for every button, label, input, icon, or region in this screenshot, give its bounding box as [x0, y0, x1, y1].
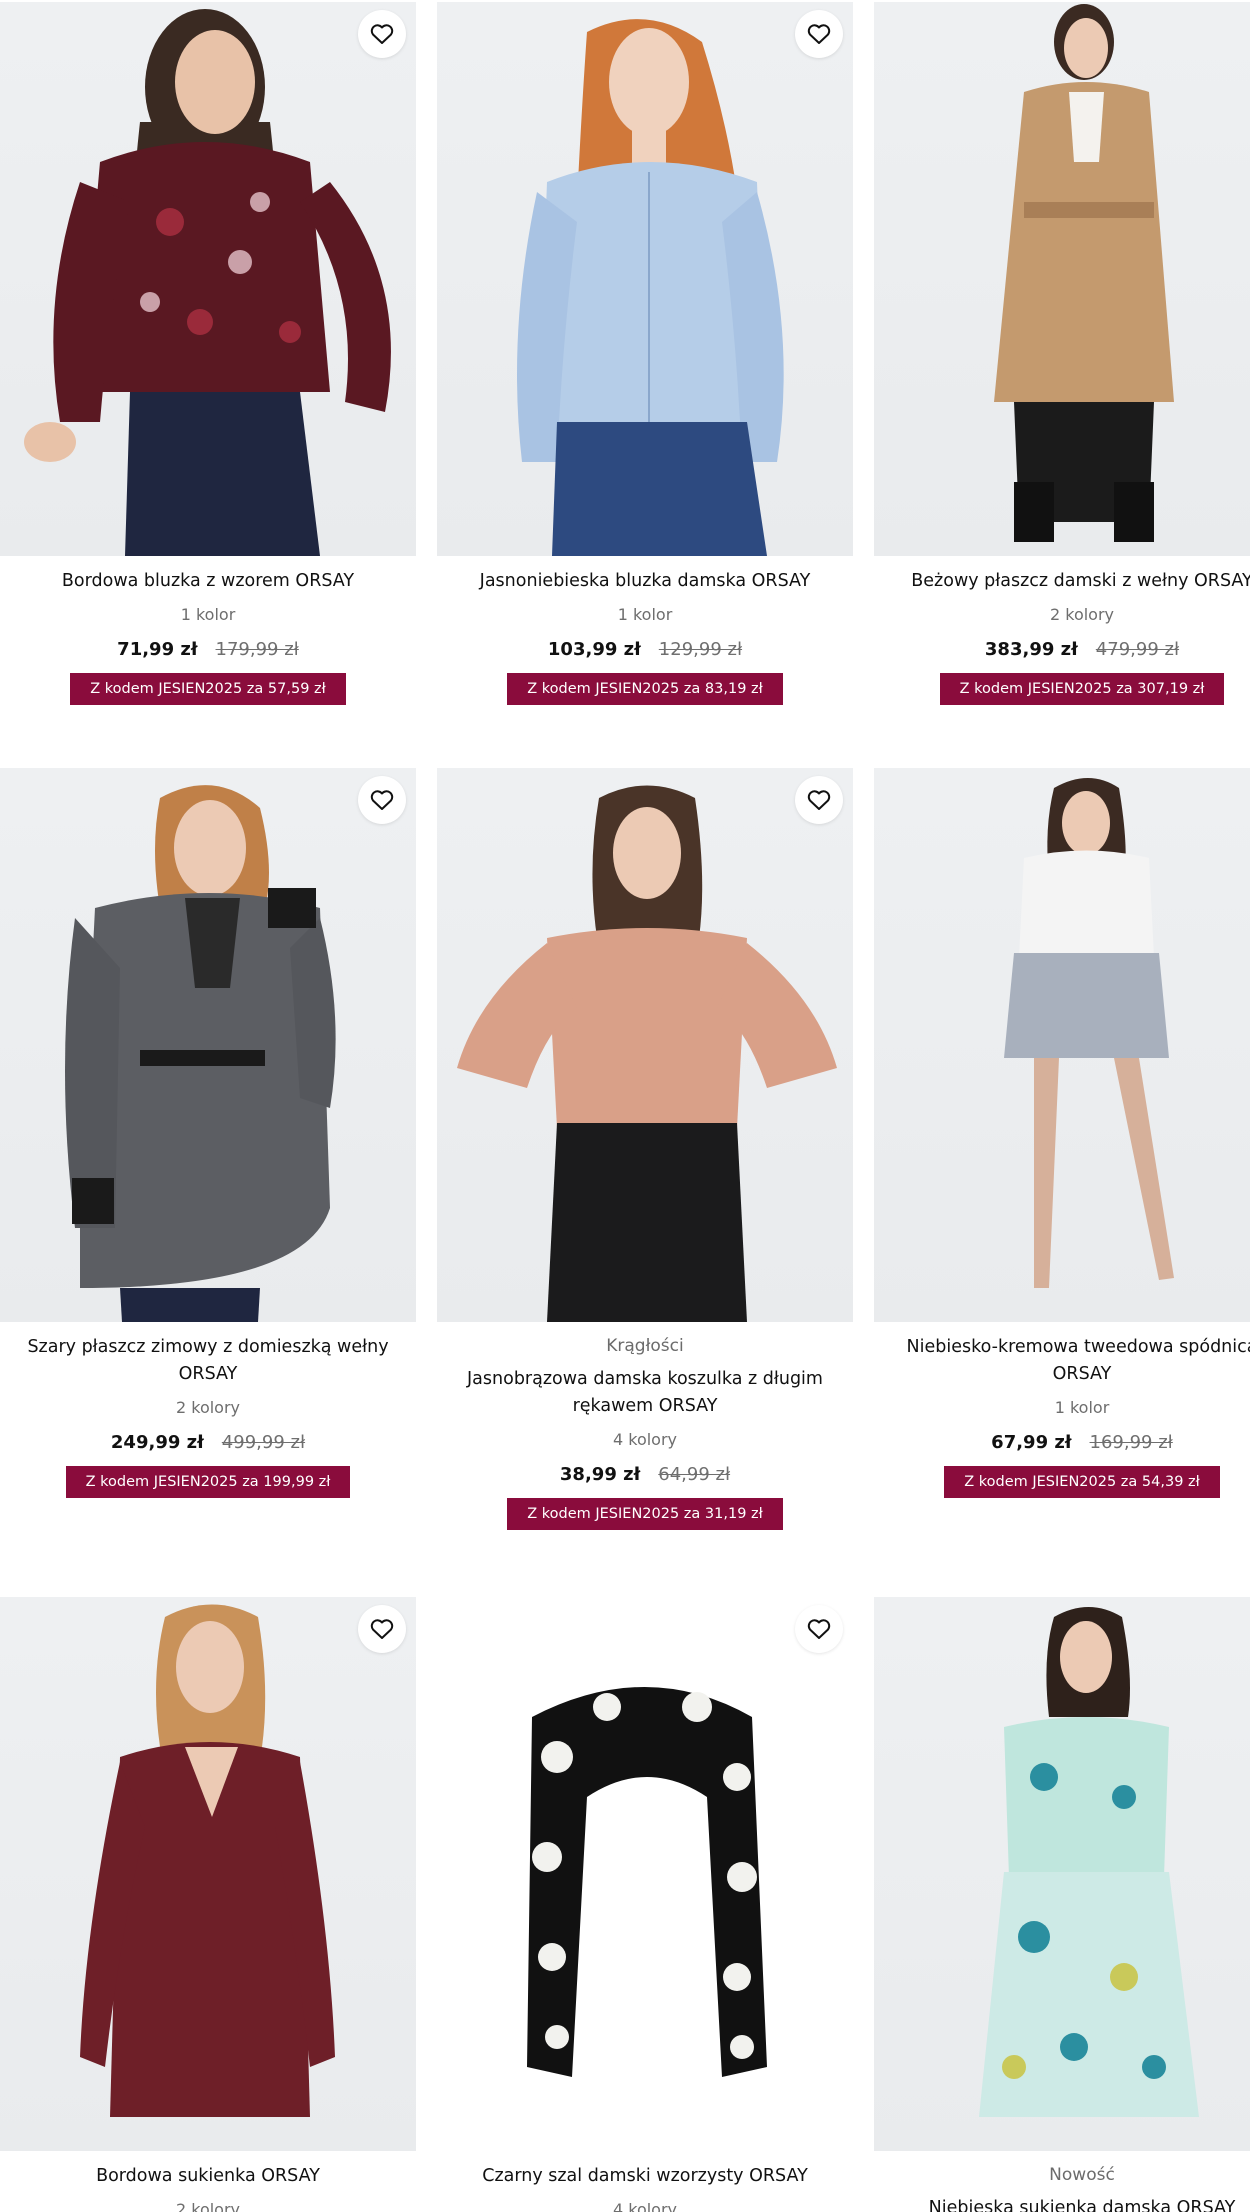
wishlist-button[interactable] [795, 776, 843, 824]
promo-code-badge: Z kodem JESIEN2025 za 307,19 zł [939, 673, 1225, 705]
price-row: 71,99 zł 179,99 zł [0, 637, 416, 663]
color-count: 2 kolory [175, 2200, 241, 2212]
product-tag: Krągłości [606, 1336, 684, 1356]
promo-code-badge: Z kodem JESIEN2025 za 83,19 zł [507, 673, 783, 705]
heart-icon [807, 790, 831, 810]
product-card[interactable]: Jasnoniebieska bluzka damska ORSAY 1 kol… [437, 2, 853, 705]
wishlist-button[interactable] [358, 1605, 406, 1653]
product-image[interactable] [0, 1597, 416, 2151]
product-tag: Nowość [1049, 2165, 1115, 2185]
product-info: Czarny szal damski wzorzysty ORSAY 4 kol… [437, 2151, 853, 2212]
product-image[interactable] [874, 1597, 1250, 2151]
heart-icon [807, 24, 831, 44]
product-photo [994, 4, 1174, 542]
promo-code-badge: Z kodem JESIEN2025 za 31,19 zł [507, 1498, 783, 1530]
old-price: 169,99 zł [1089, 1432, 1173, 1453]
product-card[interactable]: Czarny szal damski wzorzysty ORSAY 4 kol… [437, 1597, 853, 2212]
color-count: 4 kolory [612, 2200, 678, 2212]
product-name[interactable]: Niebiesko-kremowa tweedowa spódnica ORSA… [874, 1334, 1250, 1388]
product-card[interactable]: Krągłości Jasnobrązowa damska koszulka z… [437, 768, 853, 1530]
product-image[interactable] [0, 768, 416, 1322]
product-grid: Bordowa bluzka z wzorem ORSAY 1 kolor 71… [0, 0, 1250, 2212]
price-row: 67,99 zł 169,99 zł [874, 1430, 1250, 1456]
old-price: 64,99 zł [658, 1464, 731, 1485]
old-price: 179,99 zł [215, 639, 299, 660]
product-info: Bordowa bluzka z wzorem ORSAY 1 kolor 71… [0, 556, 416, 705]
wishlist-button[interactable] [795, 1605, 843, 1653]
product-image[interactable] [437, 2, 853, 556]
product-info: Nowość Niebieska sukienka damska ORSAY [874, 2151, 1250, 2212]
price-row: 249,99 zł 499,99 zł [0, 1430, 416, 1456]
product-photo [65, 785, 336, 1322]
product-image[interactable] [437, 768, 853, 1322]
product-image[interactable] [0, 2, 416, 556]
heart-icon [370, 1619, 394, 1639]
promo-code-badge: Z kodem JESIEN2025 za 54,39 zł [944, 1466, 1220, 1498]
product-photo [24, 9, 391, 556]
product-name[interactable]: Bordowa sukienka ORSAY [0, 2163, 416, 2190]
promo-code-badge: Z kodem JESIEN2025 za 57,59 zł [70, 673, 346, 705]
wishlist-button[interactable] [358, 10, 406, 58]
price-row: 383,99 zł 479,99 zł [874, 637, 1250, 663]
product-photo [80, 1604, 335, 2117]
product-info: Bordowa sukienka ORSAY 2 kolory [0, 2151, 416, 2212]
product-card[interactable]: Niebiesko-kremowa tweedowa spódnica ORSA… [874, 768, 1250, 1498]
current-price: 103,99 zł [547, 639, 641, 660]
product-name[interactable]: Beżowy płaszcz damski z wełny ORSAY [874, 568, 1250, 595]
heart-icon [370, 790, 394, 810]
product-card[interactable]: Nowość Niebieska sukienka damska ORSAY [874, 1597, 1250, 2212]
promo-code-badge: Z kodem JESIEN2025 za 199,99 zł [65, 1466, 351, 1498]
product-card[interactable]: Szary płaszcz zimowy z domieszką wełny O… [0, 768, 416, 1498]
product-photo [1004, 778, 1174, 1288]
product-info: Szary płaszcz zimowy z domieszką wełny O… [0, 1322, 416, 1498]
old-price: 479,99 zł [1095, 639, 1180, 660]
product-name[interactable]: Jasnobrązowa damska koszulka z długim rę… [437, 1366, 853, 1420]
wishlist-button[interactable] [795, 10, 843, 58]
current-price: 71,99 zł [117, 639, 198, 660]
product-photo [517, 19, 784, 556]
current-price: 383,99 zł [984, 639, 1078, 660]
current-price: 249,99 zł [110, 1432, 204, 1453]
product-name[interactable]: Jasnoniebieska bluzka damska ORSAY [437, 568, 853, 595]
product-image[interactable] [437, 1597, 853, 2151]
color-count: 1 kolor [1054, 1398, 1110, 1417]
color-count: 1 kolor [617, 605, 673, 624]
heart-icon [807, 1619, 831, 1639]
product-name[interactable]: Bordowa bluzka z wzorem ORSAY [0, 568, 416, 595]
product-card[interactable]: Bordowa bluzka z wzorem ORSAY 1 kolor 71… [0, 2, 416, 705]
product-info: Beżowy płaszcz damski z wełny ORSAY 2 ko… [874, 556, 1250, 705]
current-price: 38,99 zł [559, 1464, 641, 1485]
heart-icon [370, 24, 394, 44]
product-image[interactable] [874, 2, 1250, 556]
old-price: 499,99 zł [221, 1432, 306, 1453]
product-info: Jasnoniebieska bluzka damska ORSAY 1 kol… [437, 556, 853, 705]
color-count: 2 kolory [175, 1398, 241, 1417]
wishlist-button[interactable] [358, 776, 406, 824]
product-image[interactable] [874, 768, 1250, 1322]
price-row: 103,99 zł 129,99 zł [437, 637, 853, 663]
product-name[interactable]: Czarny szal damski wzorzysty ORSAY [437, 2163, 853, 2190]
price-row: 38,99 zł 64,99 zł [437, 1462, 853, 1488]
product-photo [979, 1607, 1199, 2117]
product-card[interactable]: Bordowa sukienka ORSAY 2 kolory [0, 1597, 416, 2212]
product-name[interactable]: Szary płaszcz zimowy z domieszką wełny O… [0, 1334, 416, 1388]
product-info: Krągłości Jasnobrązowa damska koszulka z… [437, 1322, 853, 1530]
old-price: 129,99 zł [658, 639, 743, 660]
product-photo [457, 785, 837, 1322]
current-price: 67,99 zł [991, 1432, 1072, 1453]
color-count: 4 kolory [612, 1430, 678, 1449]
color-count: 2 kolory [1049, 605, 1115, 624]
product-card[interactable]: Beżowy płaszcz damski z wełny ORSAY 2 ko… [874, 2, 1250, 705]
product-name[interactable]: Niebieska sukienka damska ORSAY [874, 2195, 1250, 2212]
product-photo [527, 1687, 767, 2077]
product-info: Niebiesko-kremowa tweedowa spódnica ORSA… [874, 1322, 1250, 1498]
color-count: 1 kolor [180, 605, 236, 624]
